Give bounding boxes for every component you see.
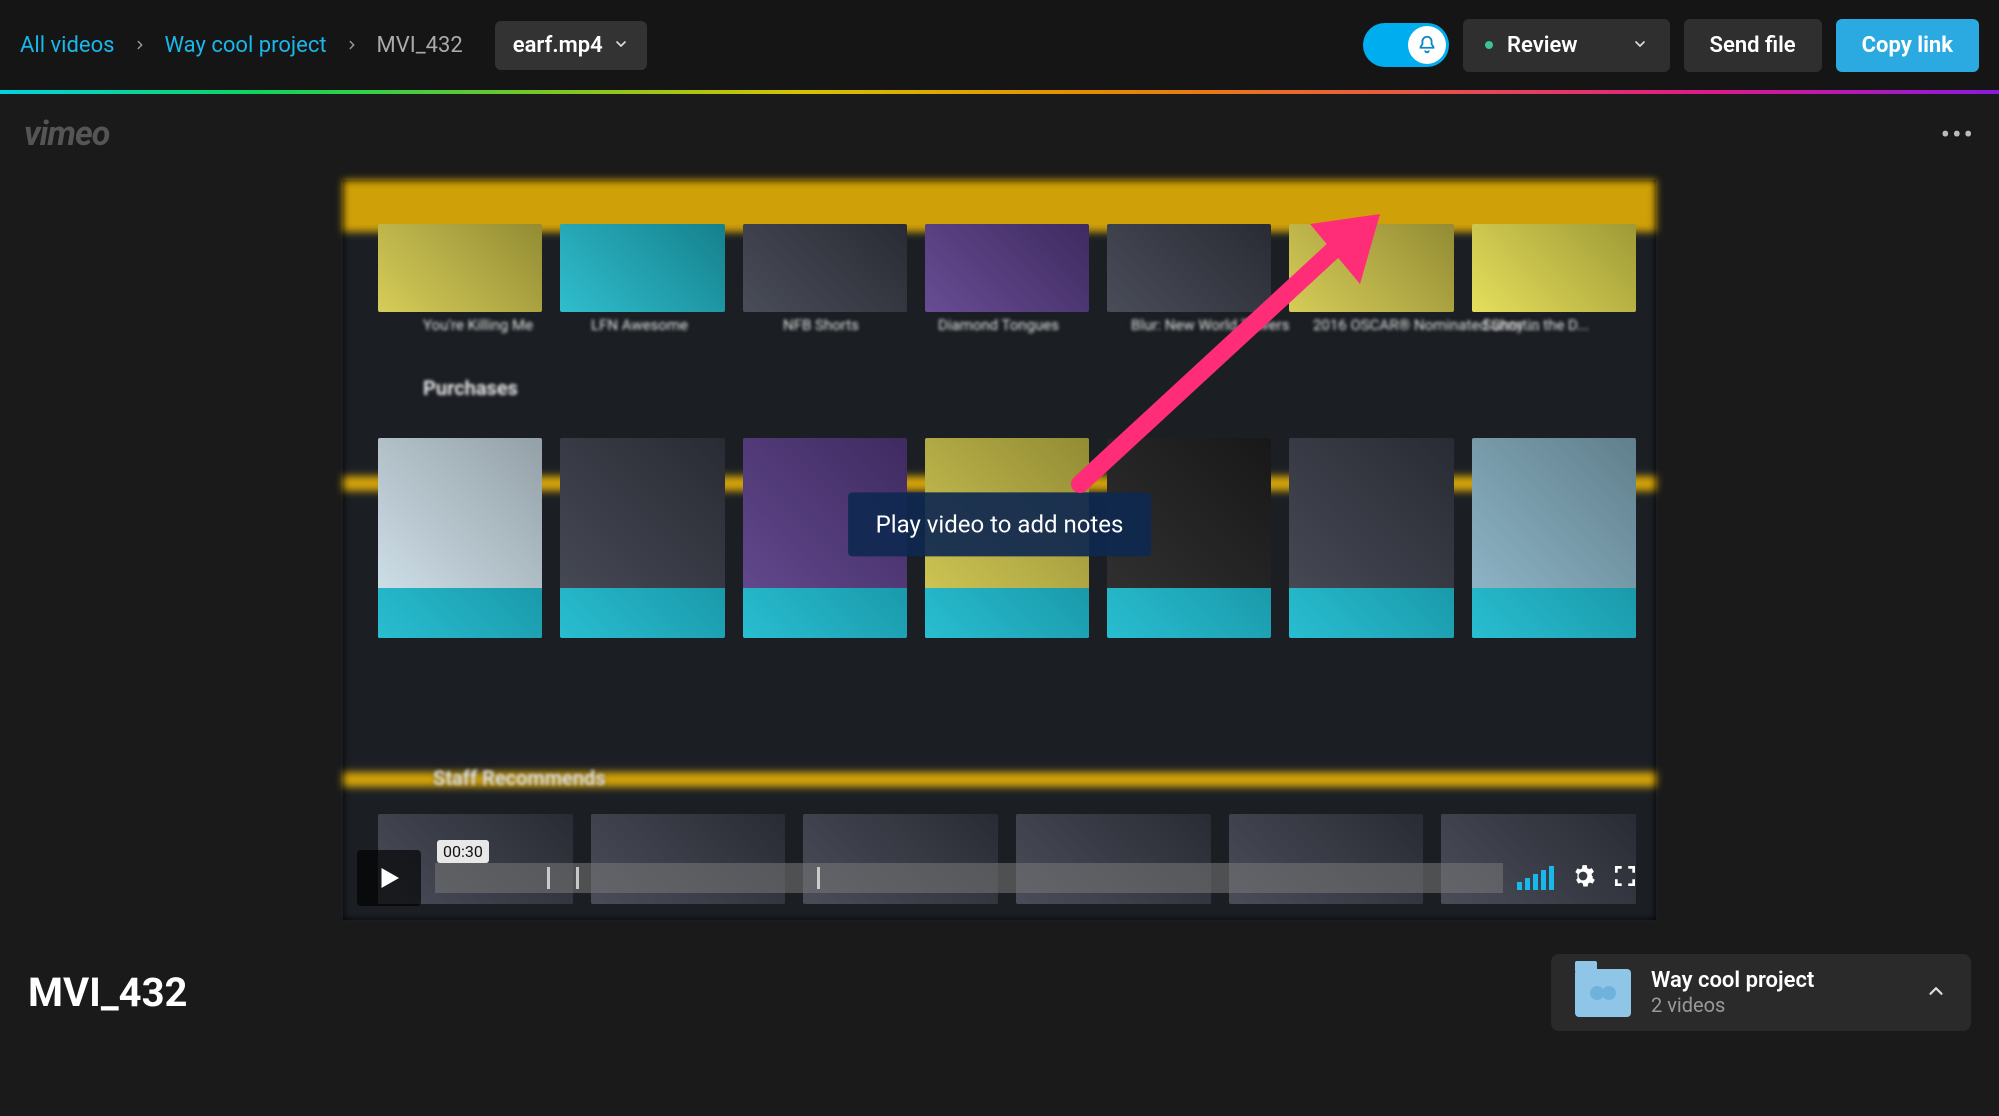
thumb-label: You're Killing Me: [423, 316, 533, 334]
bell-icon: [1408, 26, 1446, 64]
player-controls: 00:30: [357, 850, 1642, 906]
project-card[interactable]: Way cool project 2 videos: [1551, 954, 1971, 1031]
progress-track[interactable]: [435, 863, 1503, 893]
chevron-right-icon: [133, 33, 147, 57]
vimeo-logo: vimeo: [24, 114, 109, 154]
top-bar: All videos Way cool project MVI_432 earf…: [0, 0, 1999, 90]
right-actions: Review Send file Copy link: [1363, 19, 1979, 72]
progress-bar[interactable]: 00:30: [435, 858, 1503, 898]
video-row-thumbs: [378, 224, 1636, 312]
review-status-dropdown[interactable]: Review: [1463, 19, 1670, 72]
thumb-label: Sunny in the D...: [1483, 316, 1589, 334]
section-label-purchases: Purchases: [423, 376, 518, 400]
thumb-label: LFN Awesome: [591, 316, 688, 334]
breadcrumb-root[interactable]: All videos: [20, 33, 115, 58]
chevron-up-icon: [1925, 980, 1947, 1006]
breadcrumb: All videos Way cool project MVI_432 earf…: [20, 21, 647, 70]
send-file-button[interactable]: Send file: [1684, 19, 1822, 72]
volume-control[interactable]: [1517, 866, 1554, 890]
chevron-right-icon: [345, 33, 359, 57]
progress-tick: [576, 867, 579, 889]
folder-icon: [1575, 969, 1631, 1017]
play-button[interactable]: [357, 850, 421, 906]
file-dropdown-label: earf.mp4: [513, 33, 603, 58]
progress-tick: [817, 867, 820, 889]
content-area: You're Killing Me LFN Awesome NFB Shorts…: [0, 154, 1999, 920]
player-right-controls: [1517, 863, 1642, 893]
project-card-meta: 2 videos: [1651, 993, 1814, 1017]
footer: MVI_432 Way cool project 2 videos: [0, 920, 1999, 1031]
progress-tick: [547, 867, 550, 889]
project-card-text: Way cool project 2 videos: [1651, 968, 1814, 1017]
breadcrumb-current: MVI_432: [377, 33, 463, 58]
fullscreen-icon[interactable]: [1612, 863, 1638, 893]
time-bubble: 00:30: [437, 840, 489, 863]
breadcrumb-project[interactable]: Way cool project: [165, 33, 327, 58]
chevron-down-icon: [613, 33, 629, 58]
project-card-name: Way cool project: [1651, 968, 1814, 993]
chevron-down-icon: [1632, 33, 1648, 58]
review-label: Review: [1507, 33, 1578, 58]
thumb-label: Blur: New World Towers: [1131, 316, 1289, 334]
thumb-label: Diamond Tongues: [938, 316, 1059, 334]
video-player[interactable]: You're Killing Me LFN Awesome NFB Shorts…: [343, 180, 1656, 920]
settings-gear-icon[interactable]: [1570, 863, 1596, 893]
thumb-label: NFB Shorts: [783, 316, 859, 334]
status-dot-icon: [1485, 41, 1493, 49]
notifications-toggle[interactable]: [1363, 23, 1449, 67]
video-title: MVI_432: [28, 969, 188, 1016]
section-label-staff: Staff Recommends: [433, 766, 606, 790]
subheader: vimeo •••: [0, 94, 1999, 154]
video-tooltip: Play video to add notes: [848, 492, 1152, 556]
file-dropdown[interactable]: earf.mp4: [495, 21, 647, 70]
copy-link-button[interactable]: Copy link: [1836, 19, 1979, 72]
more-menu-button[interactable]: •••: [1941, 118, 1975, 151]
